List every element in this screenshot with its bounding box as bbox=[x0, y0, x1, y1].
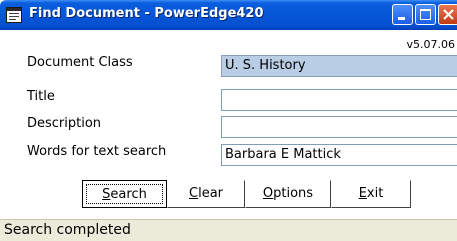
window-title: Find Document - PowerEdge420 bbox=[29, 6, 264, 21]
description-label: Description bbox=[27, 116, 102, 131]
words-for-text-search-label: Words for text search bbox=[27, 144, 167, 159]
options-button[interactable]: Options bbox=[245, 180, 331, 208]
search-button-focus: Search bbox=[86, 184, 163, 204]
title-bar[interactable]: Find Document - PowerEdge420 bbox=[0, 0, 457, 30]
minimize-button[interactable] bbox=[392, 4, 413, 25]
title-label: Title bbox=[27, 89, 55, 104]
clear-accel: C bbox=[189, 186, 199, 201]
exit-accel: E bbox=[358, 186, 367, 201]
find-document-window: Find Document - PowerEdge420 v5.07.06 Do… bbox=[0, 0, 457, 241]
search-label: earch bbox=[110, 187, 147, 202]
maximize-button[interactable] bbox=[415, 4, 436, 25]
title-field[interactable] bbox=[221, 89, 457, 111]
version-label: v5.07.06 bbox=[406, 38, 456, 51]
words-for-text-search-field[interactable]: Barbara E Mattick bbox=[221, 144, 457, 166]
clear-button[interactable]: Clear bbox=[167, 180, 245, 208]
status-bar: Search completed bbox=[0, 219, 457, 241]
minimize-icon bbox=[398, 17, 405, 20]
options-label: ptions bbox=[273, 186, 314, 201]
document-window-icon bbox=[6, 7, 22, 23]
close-icon bbox=[443, 9, 454, 20]
maximize-icon bbox=[420, 9, 431, 20]
document-class-label: Document Class bbox=[27, 55, 133, 70]
status-text: Search completed bbox=[4, 222, 131, 238]
document-class-field[interactable]: U. S. History bbox=[221, 55, 457, 77]
exit-button[interactable]: Exit bbox=[331, 180, 411, 208]
search-button[interactable]: Search bbox=[82, 180, 167, 208]
clear-label: lear bbox=[198, 186, 223, 201]
options-accel: O bbox=[262, 186, 274, 201]
description-field[interactable] bbox=[221, 116, 457, 138]
exit-label: xit bbox=[366, 186, 384, 201]
close-button[interactable] bbox=[438, 4, 457, 25]
